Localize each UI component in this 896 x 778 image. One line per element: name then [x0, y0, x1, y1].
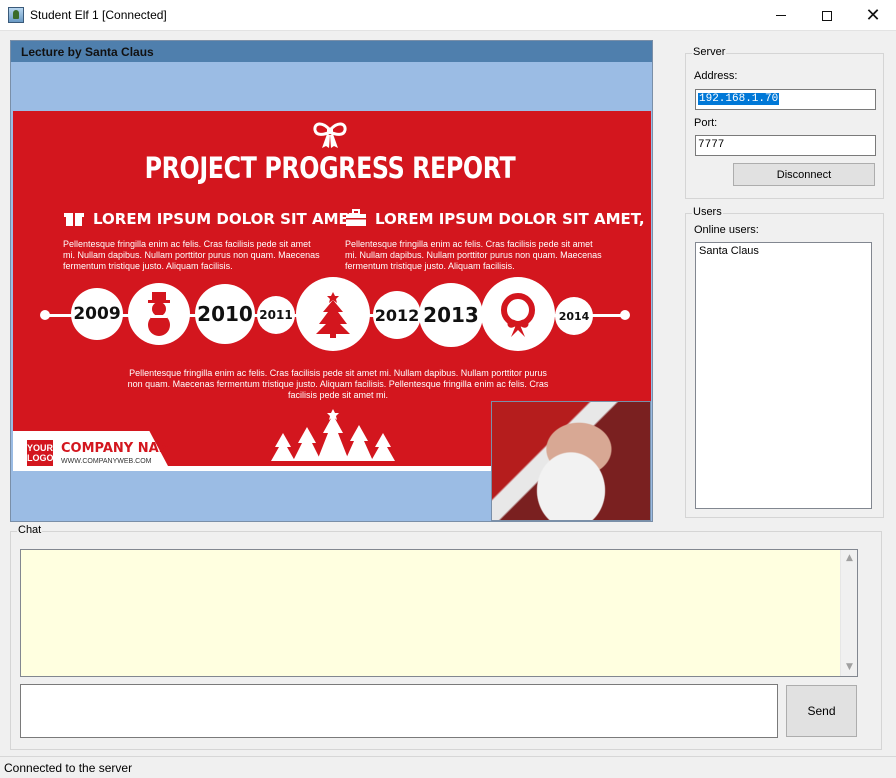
slide-column-2-body: Pellentesque fringilla enim ac felis. Cr…	[345, 239, 602, 271]
address-value: 192.168.1.70	[698, 93, 780, 105]
year-2014: 2014	[555, 297, 593, 335]
minimize-button[interactable]	[758, 0, 804, 31]
wreath-circle	[481, 277, 555, 351]
slide-footer-strip	[13, 466, 493, 471]
status-bar: Connected to the server	[0, 756, 896, 778]
minimize-icon	[776, 15, 786, 16]
app-icon	[8, 7, 24, 23]
company-logo: YOUR LOGO	[25, 438, 55, 468]
title-bar: Student Elf 1 [Connected] ✕	[0, 0, 896, 31]
logo-line-2: LOGO	[27, 453, 54, 463]
chat-input[interactable]	[20, 684, 778, 738]
port-label: Port:	[694, 117, 718, 129]
company-info: COMPANY NAME WWW.COMPANYWEB.COM	[61, 441, 181, 465]
maximize-button[interactable]	[804, 0, 850, 31]
trees-decoration-icon	[271, 409, 395, 461]
timeline-start-dot	[40, 310, 50, 320]
chat-scrollbar[interactable]: ▲ ▼	[840, 550, 857, 676]
users-group-label: Users	[692, 206, 723, 218]
slide-column-1-head: LOREM IPSUM DOLOR SIT AMET,	[63, 209, 363, 228]
status-text: Connected to the server	[4, 761, 133, 775]
list-item[interactable]: Santa Claus	[699, 245, 868, 257]
slide-column-1: LOREM IPSUM DOLOR SIT AMET, Pellentesque…	[63, 209, 363, 272]
slide-column-2-title: LOREM IPSUM DOLOR SIT AMET,	[375, 210, 645, 228]
scroll-up-icon[interactable]: ▲	[841, 550, 858, 567]
lecture-panel: Lecture by Santa Claus PROJECT PROGRESS …	[10, 40, 653, 522]
send-button[interactable]: Send	[786, 685, 857, 737]
briefcase-icon	[346, 209, 366, 226]
address-label: Address:	[694, 70, 738, 82]
bow-icon	[313, 122, 347, 148]
year-2013: 2013	[419, 283, 483, 347]
company-web: WWW.COMPANYWEB.COM	[61, 458, 152, 465]
snowman-icon	[148, 292, 170, 336]
snowman-circle	[128, 283, 190, 345]
slide-column-2: LOREM IPSUM DOLOR SIT AMET, Pellentesque…	[345, 209, 645, 272]
slide-column-1-title: LOREM IPSUM DOLOR SIT AMET,	[93, 210, 363, 228]
slide-column-2-head: LOREM IPSUM DOLOR SIT AMET,	[345, 209, 645, 228]
users-group: Users Online users: Santa Claus	[685, 206, 884, 518]
slide-column-1-body: Pellentesque fringilla enim ac felis. Cr…	[63, 239, 320, 271]
scroll-down-icon[interactable]: ▼	[841, 659, 858, 676]
gift-box-icon	[64, 213, 84, 226]
chat-group-label: Chat	[17, 524, 43, 536]
maximize-icon	[822, 10, 832, 21]
close-button[interactable]: ✕	[850, 0, 896, 31]
port-input[interactable]: 7777	[695, 135, 876, 156]
company-name: COMPANY NAME	[61, 441, 181, 456]
wreath-icon	[501, 293, 535, 337]
year-2009: 2009	[71, 288, 123, 340]
online-users-label: Online users:	[694, 224, 759, 236]
chat-log[interactable]: ▲ ▼	[20, 549, 858, 677]
address-input[interactable]: 192.168.1.70	[695, 89, 876, 110]
presenter-video	[491, 401, 651, 521]
year-2012: 2012	[373, 291, 421, 339]
lecture-title: Lecture by Santa Claus	[11, 41, 652, 62]
disconnect-button[interactable]: Disconnect	[733, 163, 875, 186]
year-2011: 2011	[257, 296, 295, 334]
slide-bottom-text: Pellentesque fringilla enim ac felis. Cr…	[127, 368, 549, 400]
timeline-end-dot	[620, 310, 630, 320]
online-users-list[interactable]: Santa Claus	[695, 242, 872, 509]
tree-circle	[296, 277, 370, 351]
server-group-label: Server	[692, 46, 727, 58]
christmas-tree-icon	[316, 292, 350, 338]
close-icon: ✕	[865, 4, 881, 26]
year-2010: 2010	[195, 284, 255, 344]
slide-title: PROJECT PROGRESS REPORT	[144, 151, 516, 185]
logo-line-1: YOUR	[27, 443, 54, 453]
window-title: Student Elf 1 [Connected]	[30, 8, 167, 22]
server-group: Server Address: 192.168.1.70 Port: 7777 …	[685, 46, 884, 199]
